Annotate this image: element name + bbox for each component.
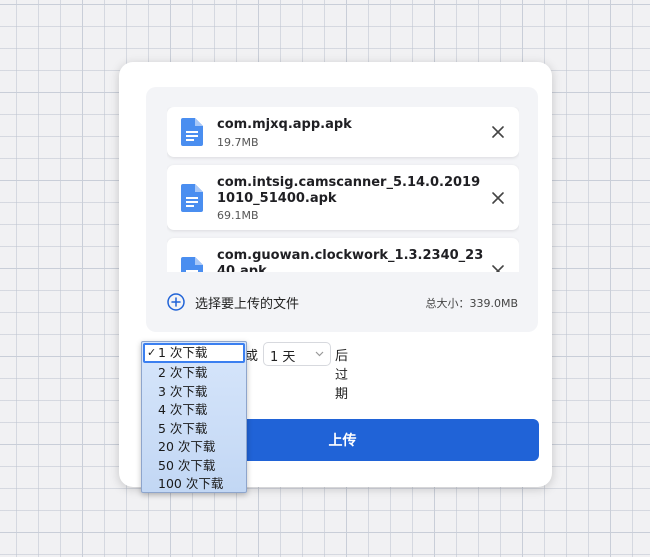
download-option[interactable]: 4 次下载 bbox=[142, 401, 246, 420]
file-name: com.intsig.camscanner_5.14.0.20191010_51… bbox=[217, 175, 481, 206]
download-option[interactable]: 2 次下载 bbox=[142, 364, 246, 383]
checkmark-icon: ✓ bbox=[147, 346, 157, 359]
file-item: com.intsig.camscanner_5.14.0.20191010_51… bbox=[167, 165, 519, 230]
total-size: 总大小：339.0MB bbox=[425, 297, 518, 310]
download-option[interactable]: 50 次下载 bbox=[142, 457, 246, 476]
document-icon bbox=[181, 184, 203, 212]
option-label: 1 次下载 bbox=[158, 345, 208, 360]
file-size: 69.1MB bbox=[217, 209, 259, 222]
download-count-dropdown[interactable]: ✓ 1 次下载 2 次下载 3 次下载 4 次下载 5 次下载 20 次下载 5… bbox=[141, 341, 247, 493]
add-files-label: 选择要上传的文件 bbox=[195, 296, 300, 312]
add-files-button[interactable]: 选择要上传的文件 bbox=[167, 291, 299, 313]
download-option[interactable]: 20 次下载 bbox=[142, 438, 246, 457]
file-item: com.mjxq.app.apk 19.7MB bbox=[167, 107, 519, 157]
download-option[interactable]: 100 次下载 bbox=[142, 475, 246, 494]
plus-circle-icon bbox=[167, 293, 185, 311]
close-icon[interactable] bbox=[491, 191, 505, 205]
file-name: com.mjxq.app.apk bbox=[217, 117, 352, 132]
close-icon[interactable] bbox=[491, 264, 505, 272]
file-size: 19.7MB bbox=[217, 136, 259, 149]
chevron-down-icon bbox=[315, 351, 324, 357]
file-item: com.guowan.clockwork_1.3.2340_2340.apk bbox=[167, 238, 519, 272]
file-name: com.guowan.clockwork_1.3.2340_2340.apk bbox=[217, 248, 484, 272]
document-icon bbox=[181, 118, 203, 146]
file-list[interactable]: com.mjxq.app.apk 19.7MB com.intsig.camsc… bbox=[167, 107, 519, 272]
close-icon[interactable] bbox=[491, 125, 505, 139]
days-select-value: 1 天 bbox=[270, 350, 296, 365]
download-option[interactable]: 5 次下载 bbox=[142, 420, 246, 439]
download-option-selected[interactable]: ✓ 1 次下载 bbox=[143, 343, 245, 363]
download-option[interactable]: 3 次下载 bbox=[142, 383, 246, 402]
after-text: 后过期 bbox=[335, 349, 349, 402]
days-select[interactable]: 1 天 bbox=[263, 342, 331, 366]
document-icon bbox=[181, 257, 203, 272]
file-list-panel: com.mjxq.app.apk 19.7MB com.intsig.camsc… bbox=[146, 87, 538, 332]
